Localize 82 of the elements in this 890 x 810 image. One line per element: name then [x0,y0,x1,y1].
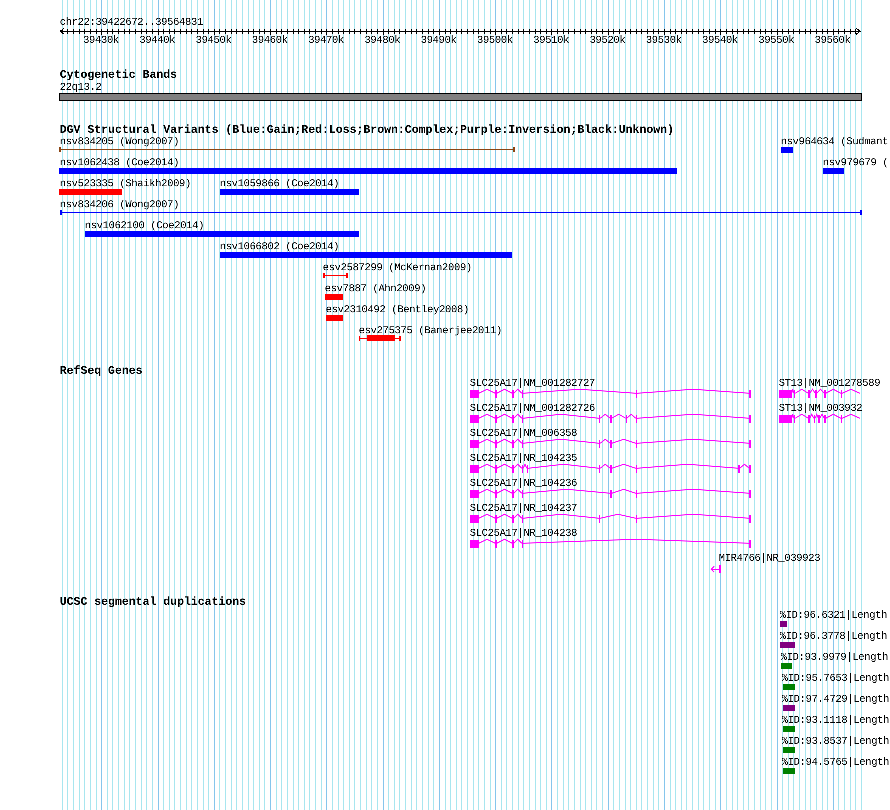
variant-bar[interactable] [85,231,359,237]
duplication-label: %ID:93.1118|Length [782,715,890,727]
variant-bar[interactable] [220,252,512,258]
gene-model[interactable] [470,388,751,398]
track-title: DGV Structural Variants (Blue:Gain;Red:Loss;Brown:Complex;Purple:Inversion;Black:Unknown) [60,124,674,137]
transcript-label: ST13|NM_001278589 [779,378,880,390]
duplication-bar[interactable] [783,747,795,753]
variant-label: nsv523335 (Shaikh2009) [60,178,192,191]
track-title: UCSC segmental duplications [60,596,246,609]
tick-label: 39560k [814,35,851,47]
gene-model[interactable] [779,413,860,423]
variant-bar[interactable] [781,147,793,153]
transcript-label: SLC25A17|NM_001282726 [470,403,596,415]
variant-label: esv275375 (Banerjee2011) [359,326,502,338]
variant-span[interactable] [359,335,401,341]
gene-model[interactable] [470,438,751,448]
tick-label: 39430k [83,35,120,47]
variant-bar[interactable] [823,168,844,174]
transcript-label: SLC25A17|NR_104238 [470,528,578,540]
variant-label: nsv834206 (Wong2007) [60,200,180,212]
variant-bar[interactable] [326,315,343,321]
variant-label: esv2310492 (Bentley2008) [326,304,470,317]
variant-label: nsv964634 (Sudmant [781,136,888,149]
duplication-label: %ID:96.3778|Length [780,631,888,643]
gene-model[interactable] [470,463,751,473]
gene-model[interactable] [779,388,860,398]
tick-label: 39480k [364,35,400,47]
variant-label: nsv1062438 (Coe2014) [60,158,180,170]
tick-label: 39490k [421,35,457,47]
variant-bar[interactable] [59,168,677,174]
gene-arrow-icon[interactable] [710,565,721,573]
variant-label: nsv979679 ( [823,158,889,170]
duplication-label: %ID:97.4729|Length [782,694,890,706]
track-title: RefSeq Genes [60,365,143,378]
tick-label: 39520k [590,35,626,47]
gene-model[interactable] [470,538,751,548]
gene-model[interactable] [470,488,751,498]
tick-label: 39540k [702,35,738,47]
duplication-bar[interactable] [783,684,795,690]
variant-line[interactable] [323,273,348,278]
duplication-bar[interactable] [783,705,795,711]
variant-bar[interactable] [59,189,122,195]
variant-label: nsv1059866 (Coe2014) [220,178,340,191]
variant-label: esv2587299 (McKernan2009) [323,262,472,275]
variant-label: nsv834205 (Wong2007) [60,136,180,149]
track-title: Cytogenetic Bands [60,69,178,82]
variant-label: nsv1062100 (Coe2014) [85,220,204,233]
tick-label: 39510k [534,35,570,47]
duplication-bar[interactable] [781,663,792,669]
tick-label: 39550k [758,35,794,47]
duplication-label: %ID:94.5765|Length [782,757,890,769]
duplication-bar[interactable] [783,768,795,774]
transcript-label: SLC25A17|NR_104237 [470,503,578,515]
duplication-label: %ID:95.7653|Length [782,673,890,685]
duplication-label: %ID:93.8537|Length [782,736,890,748]
tick-label: 39460k [252,35,288,47]
transcript-label: SLC25A17|NM_001282727 [470,378,596,390]
tick-label: 39470k [308,35,344,47]
duplication-label: %ID:93.9979|Length [781,652,888,664]
tick-label: 39440k [140,35,176,47]
tick-label: 39530k [646,35,682,47]
variant-line[interactable] [59,147,515,152]
transcript-label: SLC25A17|NR_104235 [470,453,578,465]
variant-line[interactable] [60,210,862,215]
variant-bar[interactable] [325,294,343,300]
duplication-bar[interactable] [780,642,795,648]
variant-label: nsv1066802 (Coe2014) [220,242,340,254]
tick-label: 39500k [477,35,514,47]
gene-model[interactable] [470,514,751,523]
gene-model[interactable] [470,414,751,423]
transcript-label: MIR4766|NR_039923 [719,553,820,565]
tick-label: 39450k [196,35,232,47]
transcript-label: ST13|NM_003932 [779,403,863,415]
duplication-bar[interactable] [780,621,787,627]
transcript-label: SLC25A17|NM_006358 [470,428,578,440]
duplication-bar[interactable] [783,726,795,732]
variant-label: esv7887 (Ahn2009) [325,284,426,296]
region-label: chr22:39422672..39564831 [60,17,204,29]
variant-bar[interactable] [220,189,359,195]
transcript-label: SLC25A17|NR_104236 [470,478,578,490]
duplication-label: %ID:96.6321|Length [780,610,888,622]
band-label: 22q13.2 [60,82,102,94]
